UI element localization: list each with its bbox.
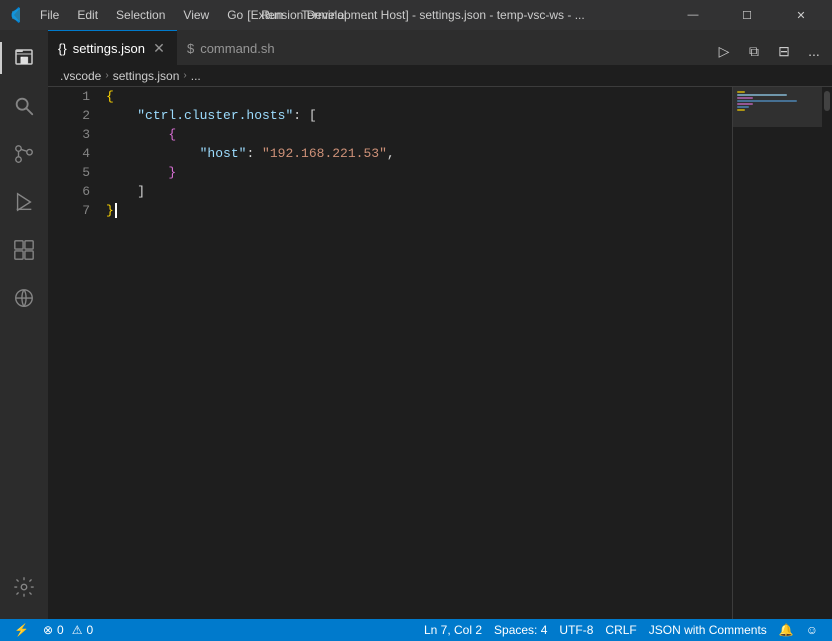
minimap-line [737, 94, 787, 96]
main-container: ⬜ [0, 30, 832, 619]
spaces-label: Spaces: 4 [494, 623, 547, 637]
run-action-button[interactable]: ▷ [710, 37, 738, 65]
line-numbers: 1 2 3 4 5 6 7 [48, 87, 98, 619]
warning-icon: ⚠ [72, 623, 83, 637]
language-label: JSON with Comments [649, 623, 767, 637]
code-line-2: "ctrl.cluster.hosts": [ [106, 106, 732, 125]
tab-settings-json[interactable]: {} settings.json ✕ [48, 30, 177, 65]
json-file-icon: {} [58, 41, 67, 56]
tab-label-command-sh: command.sh [200, 41, 274, 56]
tabs-bar: {} settings.json ✕ $ command.sh ▷ ⧉ ⊟ ..… [48, 30, 832, 65]
sidebar-item-search[interactable] [0, 82, 48, 130]
editor-area: {} settings.json ✕ $ command.sh ▷ ⧉ ⊟ ..… [48, 30, 832, 619]
settings-gear-icon [13, 576, 35, 598]
status-encoding[interactable]: UTF-8 [553, 619, 599, 641]
sidebar-item-settings[interactable] [0, 563, 48, 611]
code-line-5: } [106, 163, 732, 182]
split-editor-button[interactable]: ⧉ [740, 37, 768, 65]
menu-view[interactable]: View [175, 6, 217, 24]
code-line-3: { [106, 125, 732, 144]
breadcrumb-sep-2: › [183, 70, 186, 81]
sidebar-item-remote[interactable] [0, 274, 48, 322]
code-line-4: "host": "192.168.221.53", [106, 144, 732, 163]
code-editor[interactable]: { "ctrl.cluster.hosts": [ { "host": "192… [98, 87, 732, 619]
git-branch-icon: ⚡ [14, 623, 29, 637]
tab-label-settings-json: settings.json [73, 41, 145, 56]
menu-file[interactable]: File [32, 6, 67, 24]
cursor-position: Ln 7, Col 2 [424, 623, 482, 637]
status-spaces[interactable]: Spaces: 4 [488, 619, 553, 641]
code-line-6: ] [106, 182, 732, 201]
eol-label: CRLF [605, 623, 636, 637]
status-errors[interactable]: ⊗ 0 ⚠ 0 [37, 619, 99, 641]
editor-content[interactable]: 1 2 3 4 5 6 7 { "ctrl.cluster.hosts": [ … [48, 87, 832, 619]
code-line-7: } [106, 201, 732, 220]
sidebar-item-explorer[interactable]: ⬜ [0, 34, 48, 82]
minimap-line [737, 97, 753, 99]
window-controls: — ☐ ✕ [670, 0, 824, 30]
menu-edit[interactable]: Edit [69, 6, 106, 24]
vertical-scrollbar[interactable] [822, 87, 832, 619]
minimap-content [733, 87, 822, 116]
minimap-line [737, 103, 753, 105]
status-bar: ⚡ ⊗ 0 ⚠ 0 Ln 7, Col 2 Spaces: 4 UTF-8 CR… [0, 619, 832, 641]
breadcrumb: .vscode › settings.json › ... [48, 65, 832, 87]
error-count: 0 [57, 623, 64, 637]
window-title: [Extension Development Host] - settings.… [247, 8, 584, 22]
sidebar-item-extensions[interactable] [0, 226, 48, 274]
minimap-line [737, 109, 745, 111]
close-button[interactable]: ✕ [778, 0, 824, 30]
minimap-line [737, 100, 797, 102]
tabs-actions: ▷ ⧉ ⊟ ... [710, 37, 832, 65]
more-actions-button[interactable]: ... [800, 37, 828, 65]
source-control-icon [13, 143, 35, 165]
editor-layout-button[interactable]: ⊟ [770, 37, 798, 65]
warning-count: 0 [86, 623, 93, 637]
breadcrumb-node[interactable]: ... [191, 69, 201, 83]
maximize-button[interactable]: ☐ [724, 0, 770, 30]
tab-close-settings-json[interactable]: ✕ [151, 40, 167, 56]
minimap [732, 87, 822, 619]
status-cursor[interactable]: Ln 7, Col 2 [418, 619, 488, 641]
title-bar: File Edit Selection View Go Run Terminal… [0, 0, 832, 30]
menu-selection[interactable]: Selection [108, 6, 173, 24]
sidebar-item-source-control[interactable] [0, 130, 48, 178]
activity-bar: ⬜ [0, 30, 48, 619]
breadcrumb-file[interactable]: settings.json [113, 69, 180, 83]
status-eol[interactable]: CRLF [599, 619, 642, 641]
status-branch[interactable]: ⚡ [8, 619, 35, 641]
error-icon: ⊗ [43, 623, 53, 637]
extensions-icon [13, 239, 35, 261]
run-debug-icon [13, 191, 35, 213]
notification-icon: 🔔 [779, 623, 794, 637]
sidebar-item-run[interactable] [0, 178, 48, 226]
sh-file-icon: $ [187, 41, 194, 56]
scrollbar-thumb[interactable] [824, 91, 830, 111]
feedback-icon: ☺ [806, 623, 818, 637]
encoding-label: UTF-8 [559, 623, 593, 637]
breadcrumb-vscode[interactable]: .vscode [60, 69, 101, 83]
files-icon: ⬜ [12, 46, 36, 70]
status-feedback[interactable]: ☺ [800, 619, 824, 641]
search-icon [13, 95, 35, 117]
tab-command-sh[interactable]: $ command.sh [177, 30, 285, 65]
status-notification[interactable]: 🔔 [773, 619, 800, 641]
vscode-logo-icon [8, 7, 24, 23]
activity-bar-bottom [0, 563, 48, 619]
minimize-button[interactable]: — [670, 0, 716, 30]
remote-icon [13, 287, 35, 309]
status-bar-right: Ln 7, Col 2 Spaces: 4 UTF-8 CRLF JSON wi… [418, 619, 824, 641]
breadcrumb-sep-1: › [105, 70, 108, 81]
status-language[interactable]: JSON with Comments [643, 619, 773, 641]
minimap-line [737, 91, 745, 93]
code-line-1: { [106, 87, 732, 106]
minimap-line [737, 106, 749, 108]
svg-text:⬜: ⬜ [20, 56, 29, 65]
